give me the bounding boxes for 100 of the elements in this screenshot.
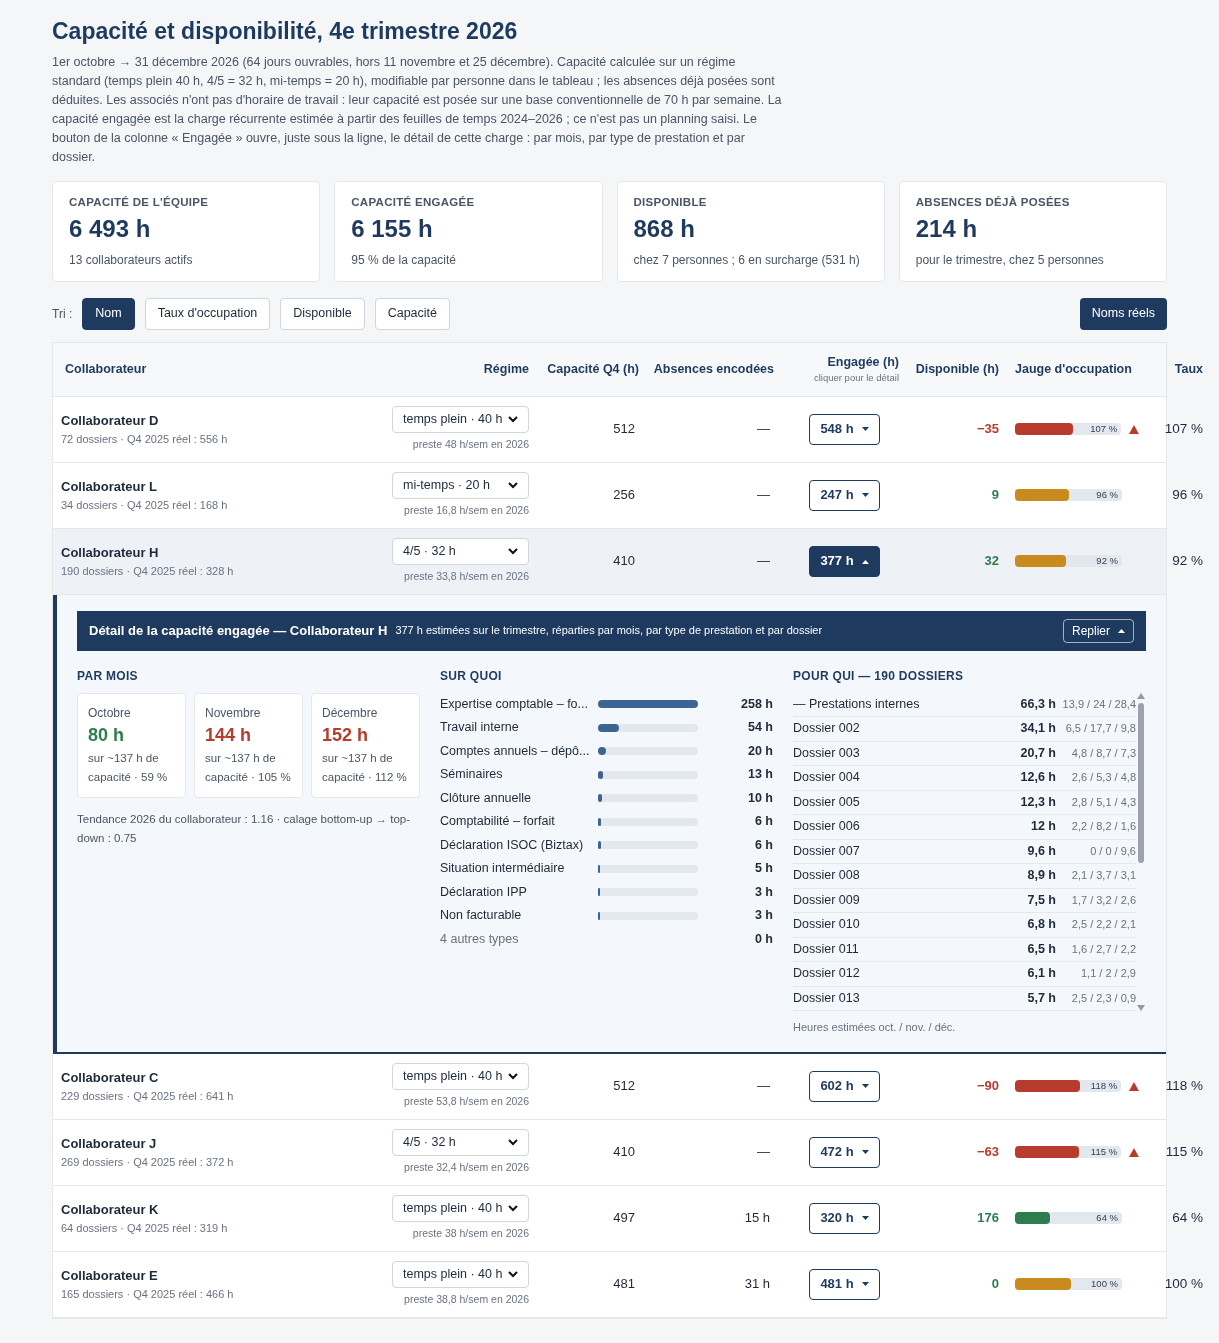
regime-select[interactable]: mi-temps · 20 h: [392, 471, 529, 499]
real-names-button[interactable]: Noms réels: [1079, 297, 1167, 330]
client-name: Dossier 012: [793, 965, 861, 982]
gauge-label: 115 %: [1090, 1146, 1118, 1158]
engaged-button[interactable]: 247 h: [809, 479, 880, 511]
employee-name: Collaborateur E: [61, 1267, 159, 1285]
kpi-value: 6 155 h: [351, 213, 434, 244]
column-header: Régime: [483, 360, 529, 378]
client-split: 2,5 / 2,3 / 0,9: [1070, 990, 1136, 1006]
scrollbar[interactable]: [1136, 692, 1146, 1011]
gauge-label: 64 %: [1096, 1212, 1118, 1224]
gauge-label: 96 %: [1096, 489, 1118, 501]
month-hours: 144 h: [205, 723, 253, 747]
employee-meta: 190 dossiers · Q4 2025 réel : 328 h: [61, 563, 235, 579]
type-hours: 6 h: [754, 836, 773, 854]
scroll-down-arrow-icon[interactable]: [1137, 1005, 1145, 1011]
employee-meta: 229 dossiers · Q4 2025 réel : 641 h: [61, 1088, 235, 1104]
caret-icon: [1118, 628, 1125, 633]
capacity-cell-text: 512: [612, 420, 636, 439]
rate-cell-text: 107 %: [1163, 419, 1203, 438]
type-hours: 10 h: [748, 789, 773, 807]
sort-button[interactable]: Disponible: [280, 297, 365, 330]
chevron-down-icon: [508, 1270, 518, 1278]
client-split: 2,5 / 2,2 / 2,1: [1070, 917, 1136, 932]
chevron-down-icon: [508, 481, 518, 489]
client-hours: 6,8 h: [1026, 916, 1056, 933]
engaged-button[interactable]: 602 h: [809, 1070, 880, 1102]
engaged-button[interactable]: 320 h: [809, 1202, 880, 1234]
preste-note: preste 38,8 h/sem en 2026: [404, 1291, 529, 1307]
kpi-note: 95 % de la capacité: [351, 251, 457, 269]
regime-select[interactable]: temps plein · 40 h: [392, 1194, 529, 1222]
client-hours: 12,6 h: [1019, 769, 1056, 786]
rate-cell-text: 64 %: [1171, 1208, 1203, 1227]
rate-cell-text: 115 %: [1164, 1142, 1203, 1161]
caret-icon: [861, 1149, 869, 1155]
month-name: Octobre: [88, 704, 132, 722]
engaged-button[interactable]: 377 h: [809, 545, 880, 577]
absences-cell-text: —: [756, 1143, 771, 1162]
kpi-label: ABSENCES DÉJÀ POSÉES: [915, 194, 1071, 210]
client-split: 1,6 / 2,7 / 2,2: [1070, 941, 1136, 957]
client-split: 1,1 / 2 / 2,9: [1079, 966, 1136, 981]
engaged-button[interactable]: 472 h: [809, 1136, 880, 1168]
clients-note: Heures estimées oct. / nov. / déc.: [793, 1020, 957, 1035]
prestation-type: Comptabilité – forfait: [440, 813, 556, 831]
client-name: — Prestations internes: [793, 695, 921, 713]
sort-button[interactable]: Capacité: [374, 297, 451, 330]
client-hours: 20,7 h: [1019, 744, 1056, 762]
kpi-note: pour le trimestre, chez 5 personnes: [915, 251, 1105, 269]
type-hours: 0 h: [754, 930, 773, 948]
column-header: Capacité Q4 (h): [547, 360, 639, 378]
sort-button[interactable]: Nom: [82, 297, 135, 330]
scroll-up-arrow-icon[interactable]: [1137, 692, 1145, 699]
client-split: 1,7 / 3,2 / 2,6: [1070, 892, 1136, 908]
client-hours: 8,9 h: [1026, 867, 1056, 884]
month-name: Décembre: [322, 704, 379, 722]
regime-select[interactable]: 4/5 · 32 h: [392, 537, 529, 565]
absences-cell-text: —: [756, 486, 771, 505]
employee-name: Collaborateur K: [61, 1201, 160, 1219]
prestation-type: Expertise comptable – fo...: [440, 695, 589, 713]
client-name: Dossier 003: [793, 744, 861, 762]
gauge-label: 92 %: [1096, 555, 1118, 567]
employee-name: Collaborateur D: [61, 412, 160, 430]
preste-note: preste 33,8 h/sem en 2026: [404, 568, 529, 584]
caret-icon: [861, 1083, 869, 1089]
type-hours: 13 h: [748, 766, 773, 784]
section-heading: SUR QUOI: [440, 667, 503, 685]
client-hours: 66,3 h: [1019, 695, 1056, 713]
prestation-type: Déclaration IPP: [440, 883, 528, 901]
preste-note: preste 48 h/sem en 2026: [412, 436, 529, 452]
employee-meta: 34 dossiers · Q4 2025 réel : 168 h: [61, 497, 229, 513]
client-split: 2,6 / 5,3 / 4,8: [1070, 770, 1136, 785]
collapse-button[interactable]: Replier: [1063, 618, 1134, 643]
regime-select[interactable]: temps plein · 40 h: [392, 405, 529, 433]
available-cell-text: 9: [990, 486, 1000, 505]
available-cell-text: 32: [983, 552, 1000, 571]
chevron-down-icon: [508, 1072, 518, 1080]
prestation-type: Travail interne: [440, 719, 520, 737]
kpi-label: CAPACITÉ ENGAGÉE: [351, 194, 476, 210]
regime-select[interactable]: temps plein · 40 h: [392, 1062, 529, 1090]
type-hours: 3 h: [754, 907, 773, 925]
regime-select[interactable]: 4/5 · 32 h: [392, 1128, 529, 1156]
kpi-value: 868 h: [633, 213, 696, 244]
capacity-cell-text: 497: [612, 1209, 636, 1228]
column-header: Taux: [1174, 360, 1203, 378]
sort-button[interactable]: Taux d'occupation: [144, 297, 271, 330]
detail-title: Détail de la capacité engagée — Collaborateur H: [89, 621, 388, 640]
gauge-label: 118 %: [1090, 1080, 1118, 1092]
chevron-down-icon: [508, 1204, 518, 1212]
kpi-value: 6 493 h: [69, 213, 152, 244]
capacity-cell-text: 410: [612, 552, 636, 571]
engaged-button[interactable]: 481 h: [809, 1268, 880, 1300]
month-note: sur ~137 h de capacité · 112 %: [322, 750, 408, 785]
prestation-type: Clôture annuelle: [440, 789, 533, 807]
client-hours: 9,6 h: [1026, 842, 1056, 860]
client-name: Dossier 011: [793, 940, 860, 958]
available-cell-text: 0: [990, 1275, 1000, 1294]
preste-note: preste 16,8 h/sem en 2026: [404, 502, 529, 518]
regime-select[interactable]: temps plein · 40 h: [392, 1260, 529, 1288]
engaged-button[interactable]: 548 h: [809, 413, 880, 445]
caret-icon: [861, 1281, 869, 1287]
